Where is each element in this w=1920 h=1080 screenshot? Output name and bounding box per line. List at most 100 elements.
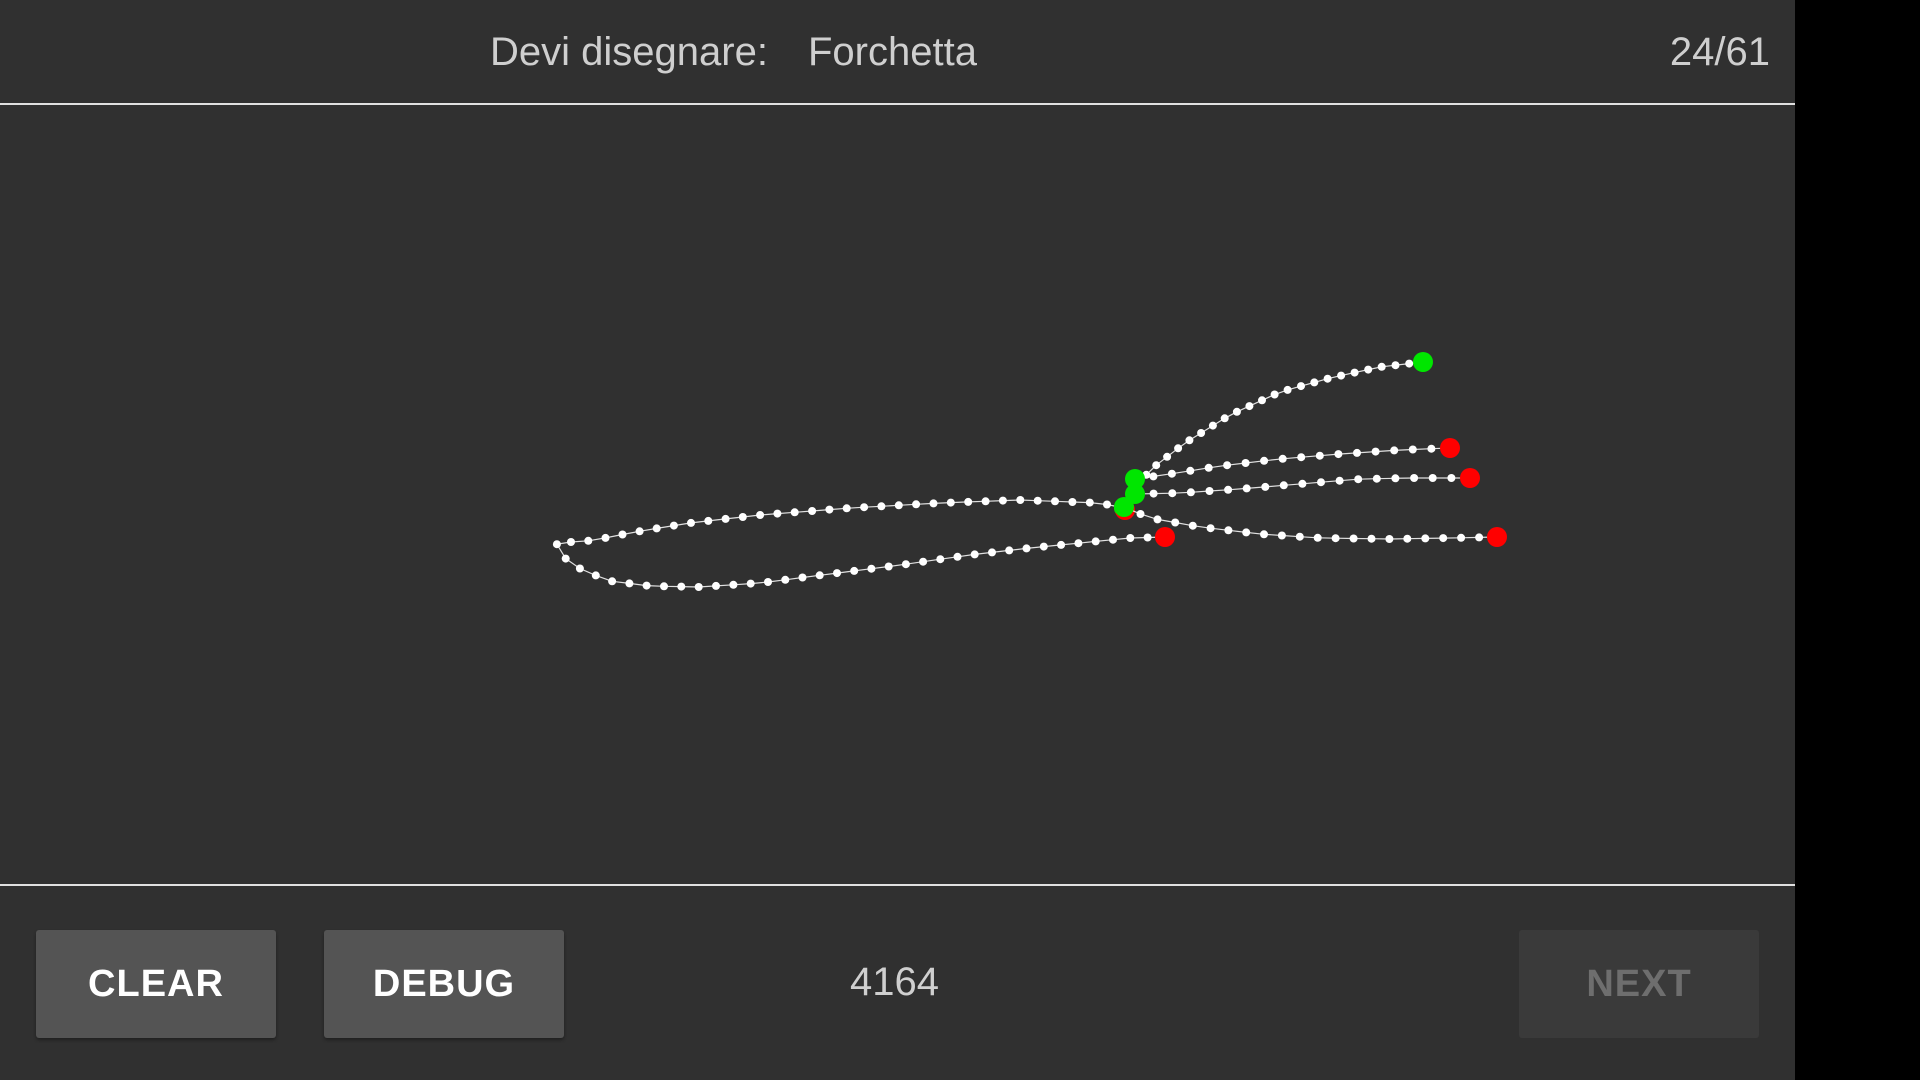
stroke-point xyxy=(808,507,817,515)
stroke-point xyxy=(981,497,990,506)
stroke-point xyxy=(1260,530,1268,539)
stroke-point xyxy=(635,527,644,536)
stroke-point xyxy=(687,518,695,527)
stroke-point xyxy=(1391,361,1400,370)
stroke-point xyxy=(901,560,910,569)
footer-bar: CLEAR DEBUG 4164 NEXT xyxy=(0,888,1795,1080)
stroke-point xyxy=(1085,498,1094,507)
stroke-point xyxy=(1204,463,1213,472)
prompt-label: Devi disegnare: xyxy=(490,30,768,74)
stroke-point xyxy=(1403,534,1412,543)
stroke-point xyxy=(825,505,834,514)
app-window: Devi disegnare: Forchetta 24/61 CLEAR DE… xyxy=(0,0,1795,1080)
stroke-point xyxy=(790,508,799,517)
stroke-point xyxy=(1109,535,1117,544)
stroke-line xyxy=(1134,447,1451,480)
stroke-point xyxy=(1185,436,1194,445)
stroke-point xyxy=(1457,533,1466,542)
stroke-point xyxy=(1197,429,1206,437)
debug-button[interactable]: DEBUG xyxy=(324,930,564,1038)
stroke-point xyxy=(1367,534,1376,543)
stroke-point xyxy=(1277,531,1286,540)
stroke-point xyxy=(998,496,1007,505)
stroke-point xyxy=(1068,498,1077,506)
stroke-point xyxy=(1241,459,1250,467)
stroke-point xyxy=(1136,510,1145,518)
stroke-point xyxy=(1353,448,1361,457)
stroke-point xyxy=(567,538,575,546)
stroke-point xyxy=(842,504,851,513)
stroke-point xyxy=(894,501,903,510)
stroke-point xyxy=(1091,537,1100,546)
stroke-point xyxy=(746,579,755,588)
stroke-point xyxy=(1206,524,1215,533)
stroke-point xyxy=(1168,489,1177,498)
stroke-point xyxy=(773,509,782,518)
stroke-point xyxy=(1074,539,1083,548)
stroke-point xyxy=(1051,497,1059,506)
stroke-point xyxy=(1022,544,1031,553)
stroke-point xyxy=(1186,488,1195,497)
stroke-point xyxy=(1405,359,1414,368)
stroke-point xyxy=(781,575,790,584)
stroke-point xyxy=(1167,469,1176,478)
stroke-point xyxy=(1163,452,1172,461)
stroke-point xyxy=(738,513,747,521)
stroke-point xyxy=(912,500,921,509)
stroke-end-marker xyxy=(1155,527,1175,547)
stroke-point xyxy=(1310,378,1319,387)
stroke-point xyxy=(704,516,713,525)
stroke-point xyxy=(946,498,955,507)
stroke-point xyxy=(1331,534,1340,543)
stroke-start-marker xyxy=(1413,352,1433,372)
stroke-point xyxy=(1057,540,1066,549)
stroke-point xyxy=(988,548,996,557)
stroke-point xyxy=(1205,487,1214,495)
stroke-point xyxy=(1428,474,1437,482)
stroke-point xyxy=(833,569,841,578)
stroke-point xyxy=(660,582,668,591)
stroke-point xyxy=(1408,445,1417,454)
stroke-point xyxy=(1390,446,1399,455)
stroke-point xyxy=(729,580,738,589)
stroke-point xyxy=(1350,368,1359,377)
stroke-point xyxy=(1297,382,1305,391)
stroke-point xyxy=(1377,362,1386,371)
stroke-end-marker xyxy=(1487,527,1507,547)
drawing-canvas[interactable] xyxy=(0,107,1795,886)
stroke-point xyxy=(919,557,928,566)
stroke-point xyxy=(1349,534,1358,543)
stroke-point xyxy=(798,573,807,582)
stroke-point xyxy=(1016,496,1025,504)
stroke-point xyxy=(652,524,661,533)
stroke-point xyxy=(1279,481,1288,490)
stroke-point xyxy=(642,581,651,590)
stroke-line xyxy=(1123,506,1498,540)
stroke-point xyxy=(970,550,979,559)
stroke-point xyxy=(1126,534,1135,542)
next-button[interactable]: NEXT xyxy=(1519,930,1759,1038)
stroke-point xyxy=(1421,534,1430,543)
stroke-point xyxy=(1174,444,1183,453)
prompt-word: Forchetta xyxy=(808,30,977,74)
stroke-line xyxy=(555,499,1166,588)
stroke-point xyxy=(929,499,938,508)
stroke-point xyxy=(1186,466,1195,475)
score-value: 4164 xyxy=(850,960,939,1004)
clear-button[interactable]: CLEAR xyxy=(36,930,276,1038)
stroke-point xyxy=(677,582,686,591)
progress-counter: 24/61 xyxy=(1669,30,1770,74)
stroke-point xyxy=(601,533,610,542)
stroke-point xyxy=(1270,390,1279,399)
stroke-point xyxy=(1354,475,1363,484)
stroke-point xyxy=(1364,365,1373,374)
stroke-point xyxy=(1258,396,1266,405)
stroke-point xyxy=(1261,482,1270,491)
stroke-point xyxy=(694,583,703,591)
stroke-point xyxy=(877,502,886,511)
stroke-point xyxy=(1283,385,1292,394)
stroke-point xyxy=(1385,535,1394,543)
stroke-point xyxy=(1391,474,1400,483)
stroke-line xyxy=(1124,361,1424,511)
stroke-2 xyxy=(1115,352,1433,520)
